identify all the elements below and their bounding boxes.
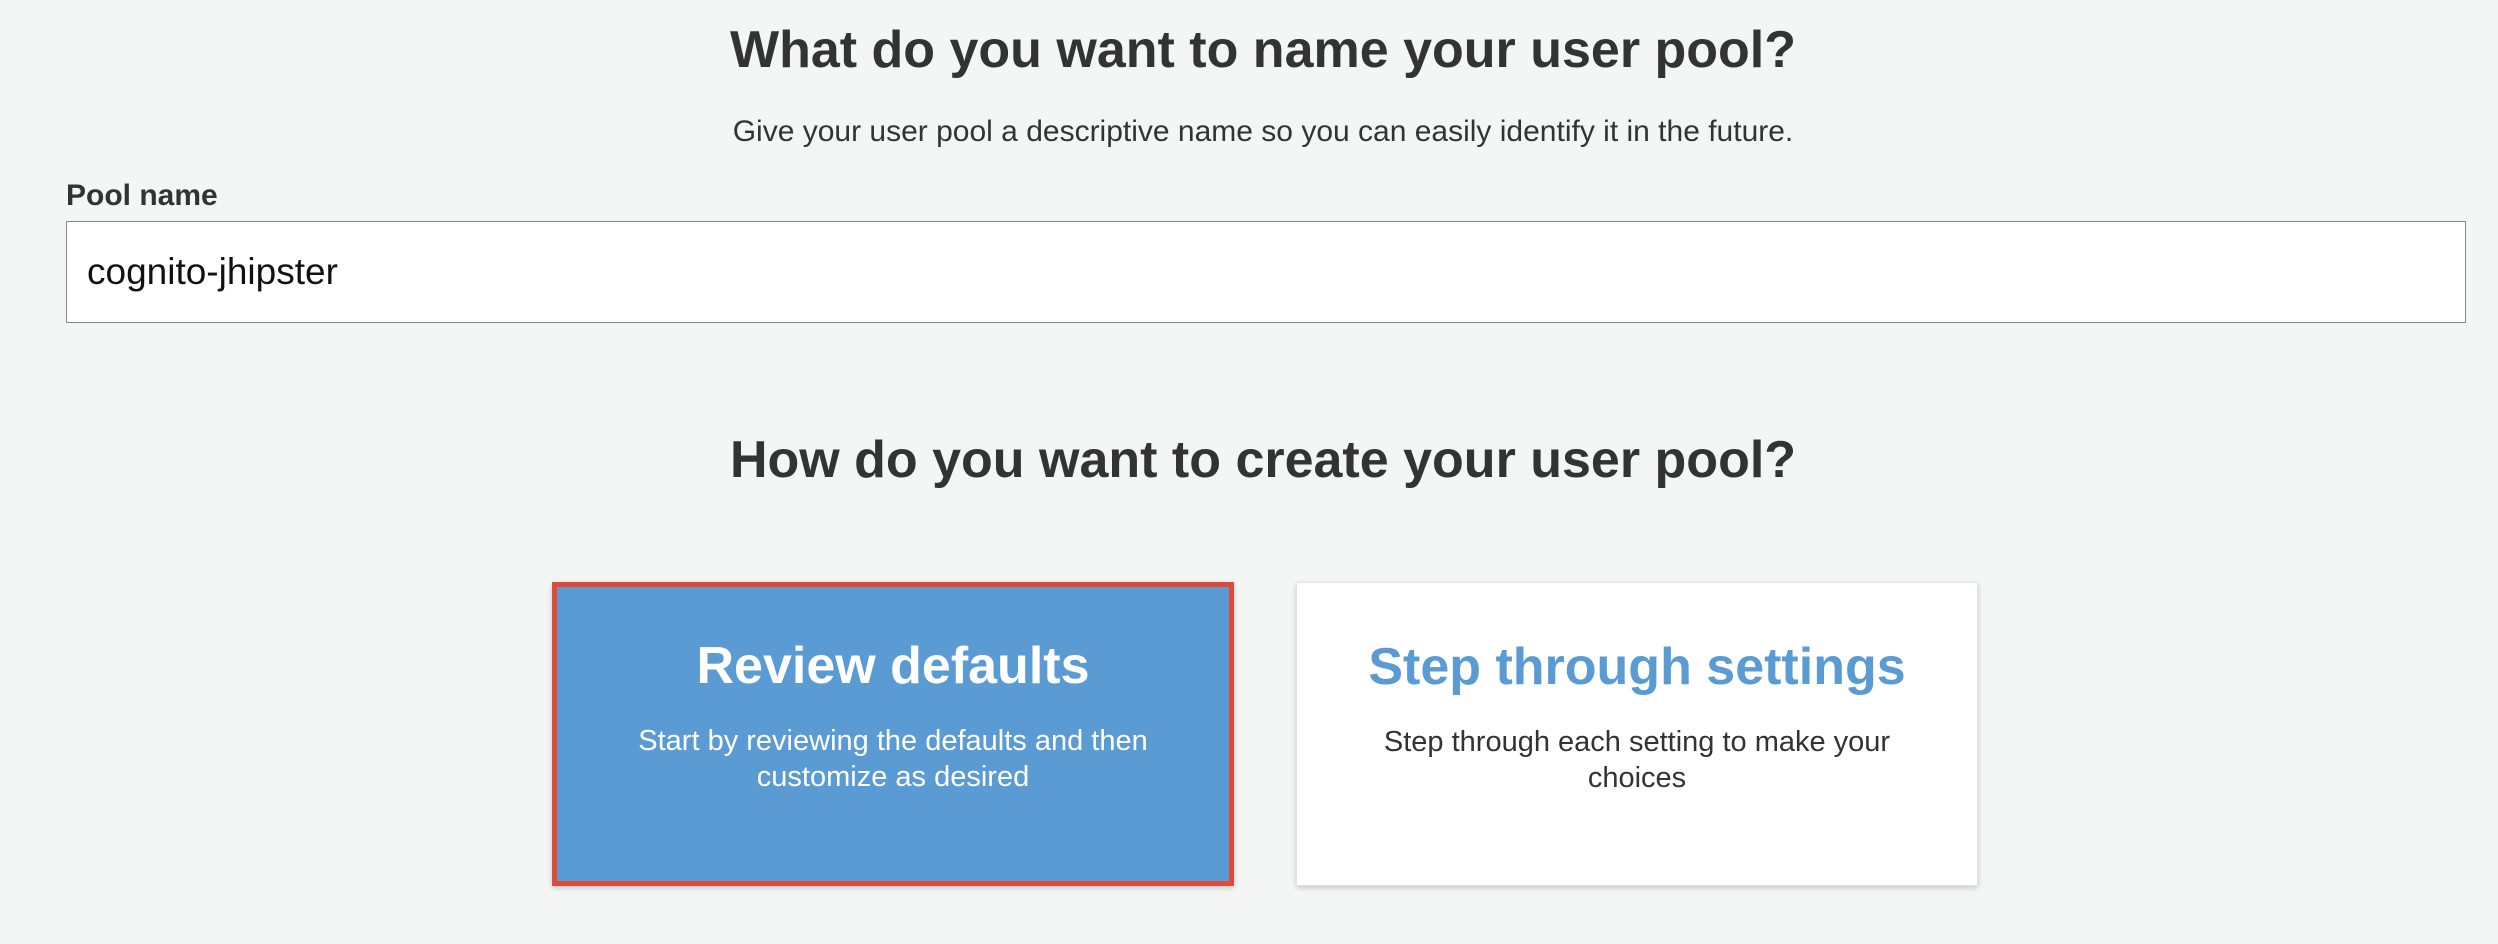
review-defaults-description: Start by reviewing the defaults and then… — [638, 725, 1148, 794]
create-method-heading: How do you want to create your user pool… — [729, 431, 1797, 489]
pool-name-label: Pool name — [66, 179, 218, 212]
step-through-settings-option[interactable]: Step through settings Step through each … — [1296, 582, 1978, 886]
review-defaults-option[interactable]: Review defaults Start by reviewing the d… — [552, 582, 1234, 886]
step-through-settings-description: Step through each setting to make your c… — [1383, 726, 1891, 795]
pool-name-heading: What do you want to name your user pool? — [729, 21, 1797, 79]
pool-name-input[interactable] — [66, 221, 2466, 323]
step-through-settings-title: Step through settings — [1368, 638, 1906, 696]
pool-name-subtitle: Give your user pool a descriptive name s… — [732, 115, 1794, 148]
review-defaults-title: Review defaults — [696, 637, 1090, 695]
